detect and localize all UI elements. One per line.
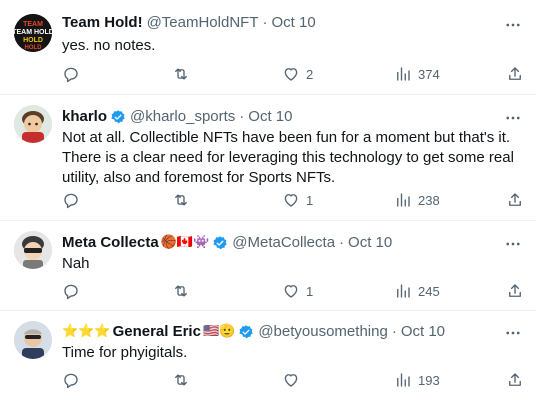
like-button[interactable]: 1 <box>282 282 313 300</box>
svg-text:TEAM HOLD: TEAM HOLD <box>14 29 52 36</box>
name-emojis: 🏀🇨🇦👾 <box>160 235 210 250</box>
share-icon <box>509 193 521 206</box>
tweet-text: Time for phyigitals. <box>62 344 188 361</box>
separator-dot: · <box>339 234 345 251</box>
retweet-button[interactable] <box>172 191 196 209</box>
retweet-button[interactable] <box>172 282 196 300</box>
more-icon[interactable] <box>504 324 522 342</box>
verified-badge-icon <box>213 235 227 249</box>
author-name[interactable]: Meta Collecta <box>62 234 159 251</box>
tweet-header: Meta Collecta 🏀🇨🇦👾 @MetaCollecta · Oct 1… <box>62 234 392 251</box>
retweet-button[interactable] <box>172 371 196 389</box>
timestamp[interactable]: Oct 10 <box>271 14 315 31</box>
tweet[interactable]: Meta Collecta 🏀🇨🇦👾 @MetaCollecta · Oct 1… <box>0 221 536 311</box>
timestamp[interactable]: Oct 10 <box>248 108 292 125</box>
heart-icon <box>284 194 298 207</box>
views-icon <box>397 67 410 81</box>
action-bar: 1 245 <box>62 282 524 302</box>
tweet-text: Nah <box>62 255 90 272</box>
tweet[interactable]: kharlo @kharlo_sports · Oct 10 Not at al… <box>0 95 536 221</box>
name-emojis: 🇺🇸🫡 <box>202 324 236 339</box>
share-button[interactable] <box>506 282 524 300</box>
view-count: 374 <box>418 66 440 82</box>
share-button[interactable] <box>506 371 524 389</box>
action-bar: 1 238 <box>62 191 524 211</box>
share-button[interactable] <box>506 65 524 83</box>
reply-icon <box>64 284 78 300</box>
action-bar: 2 374 <box>62 65 524 85</box>
separator-dot: · <box>239 108 245 125</box>
verified-badge-icon <box>239 324 253 338</box>
timestamp[interactable]: Oct 10 <box>348 234 392 251</box>
like-button[interactable] <box>282 371 306 389</box>
verified-badge-icon <box>111 109 125 123</box>
views-button[interactable]: 238 <box>394 191 440 209</box>
reply-button[interactable] <box>62 371 86 389</box>
tweet-text: yes. no notes. <box>62 37 156 54</box>
svg-text:HOLD: HOLD <box>25 45 43 51</box>
retweet-icon <box>175 68 187 80</box>
more-icon[interactable] <box>504 16 522 34</box>
avatar[interactable] <box>14 231 52 269</box>
view-count: 193 <box>418 372 440 388</box>
reply-icon <box>64 373 78 389</box>
reply-icon <box>64 193 78 209</box>
author-handle[interactable]: @betyousomething <box>258 323 387 340</box>
separator-dot: · <box>391 323 397 340</box>
view-count: 238 <box>418 192 440 208</box>
reply-button[interactable] <box>62 65 86 83</box>
name-prefix-emojis: ⭐⭐⭐ <box>62 324 111 339</box>
like-button[interactable]: 2 <box>282 65 313 83</box>
retweet-button[interactable] <box>172 65 196 83</box>
author-handle[interactable]: @kharlo_sports <box>130 108 235 125</box>
avatar[interactable]: TEAM TEAM HOLD HOLD HOLD <box>14 14 52 52</box>
svg-text:TEAM: TEAM <box>23 21 43 28</box>
share-icon <box>509 67 521 80</box>
heart-icon <box>284 285 298 298</box>
tweet-header: Team Hold! @TeamHoldNFT · Oct 10 <box>62 14 316 31</box>
retweet-icon <box>175 194 187 206</box>
heart-icon <box>284 68 298 81</box>
author-name[interactable]: Team Hold! <box>62 14 143 31</box>
author-name[interactable]: kharlo <box>62 108 107 125</box>
svg-text:HOLD: HOLD <box>23 37 43 44</box>
retweet-icon <box>175 374 187 386</box>
views-button[interactable]: 193 <box>394 371 440 389</box>
tweet-header: ⭐⭐⭐ General Eric 🇺🇸🫡 @betyousomething · … <box>62 323 445 340</box>
tweet-header: kharlo @kharlo_sports · Oct 10 <box>62 108 292 125</box>
views-icon <box>397 284 410 298</box>
views-button[interactable]: 374 <box>394 65 440 83</box>
views-button[interactable]: 245 <box>394 282 440 300</box>
avatar[interactable] <box>14 321 52 359</box>
reply-button[interactable] <box>62 191 86 209</box>
heart-icon <box>284 374 298 387</box>
author-name[interactable]: General Eric <box>113 323 201 340</box>
more-icon[interactable] <box>504 109 522 127</box>
reply-button[interactable] <box>62 282 86 300</box>
reply-icon <box>64 67 78 83</box>
avatar[interactable] <box>14 105 52 143</box>
views-icon <box>397 193 410 207</box>
like-count: 1 <box>306 283 314 299</box>
view-count: 245 <box>418 283 440 299</box>
timestamp[interactable]: Oct 10 <box>401 323 445 340</box>
author-handle[interactable]: @MetaCollecta <box>232 234 335 251</box>
share-icon <box>509 373 521 386</box>
like-count: 1 <box>306 192 314 208</box>
like-button[interactable]: 1 <box>282 191 313 209</box>
tweet-text: Not at all. Collectible NFTs have been f… <box>62 129 514 186</box>
more-icon[interactable] <box>504 235 522 253</box>
retweet-icon <box>175 285 187 297</box>
action-bar: 193 <box>62 371 524 391</box>
tweet[interactable]: ⭐⭐⭐ General Eric 🇺🇸🫡 @betyousomething · … <box>0 311 536 402</box>
author-handle[interactable]: @TeamHoldNFT <box>147 14 259 31</box>
tweet[interactable]: TEAM TEAM HOLD HOLD HOLD Team Hold! @Tea… <box>0 0 536 95</box>
separator-dot: · <box>262 14 268 31</box>
share-button[interactable] <box>506 191 524 209</box>
like-count: 2 <box>306 66 314 82</box>
views-icon <box>397 373 410 387</box>
share-icon <box>509 284 521 297</box>
